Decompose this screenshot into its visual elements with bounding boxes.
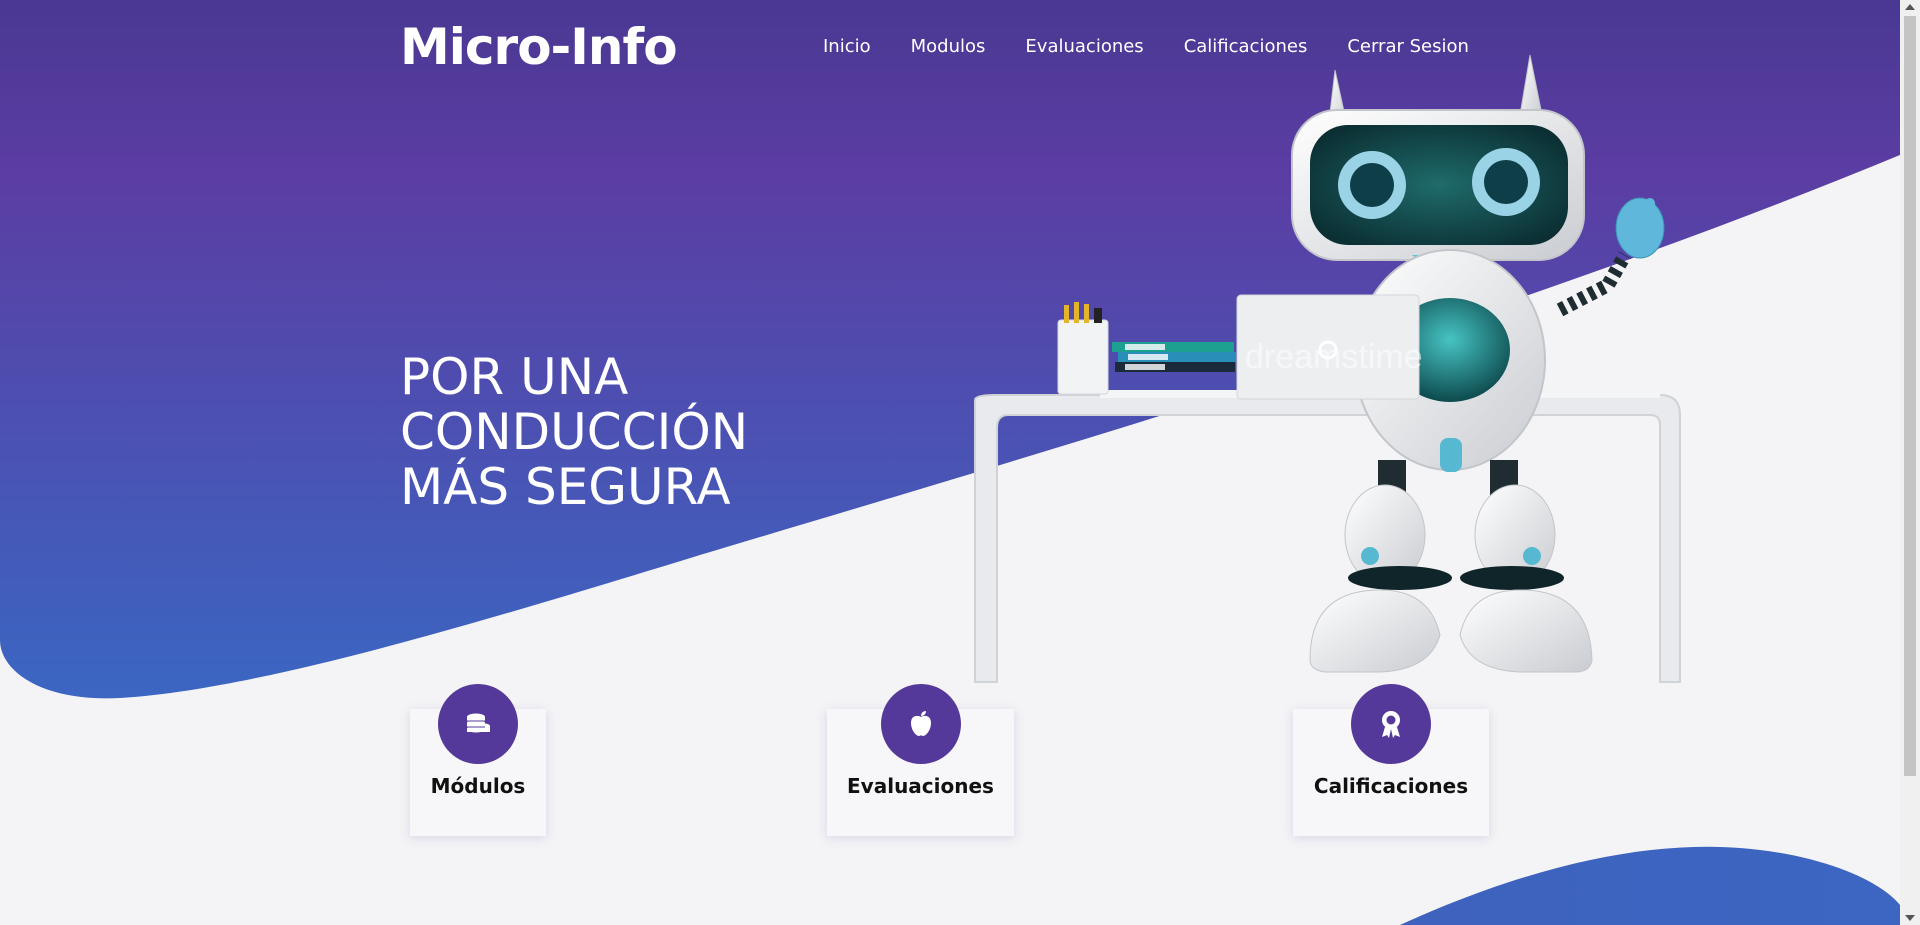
scroll-up-arrow-icon[interactable] — [1905, 4, 1915, 10]
hero-line-2: CONDUCCIÓN — [400, 403, 749, 461]
hero-line-1: POR UNA — [400, 348, 629, 406]
hero-headline: POR UNA CONDUCCIÓN MÁS SEGURA — [400, 350, 920, 515]
scroll-down-arrow-icon[interactable] — [1905, 915, 1915, 921]
card-evaluaciones-icon-circle — [880, 684, 961, 764]
card-modulos-icon-circle — [438, 684, 518, 764]
binder-stack — [1112, 342, 1236, 372]
brand-logo[interactable]: Micro-Info — [400, 18, 678, 76]
card-evaluaciones-label: Evaluaciones — [847, 774, 994, 798]
coins-stack-icon — [467, 713, 490, 733]
robot-desk-illustration: dreamstime — [974, 54, 1681, 683]
apple-icon — [910, 711, 931, 736]
card-calificaciones[interactable]: Calificaciones — [1293, 684, 1489, 836]
pencil-cup — [1057, 302, 1109, 395]
laptop: dreamstime — [1236, 294, 1423, 400]
hero-line-3: MÁS SEGURA — [400, 458, 731, 516]
page-scrollbar[interactable] — [1900, 0, 1920, 925]
nav-link-inicio[interactable]: Inicio — [823, 36, 871, 57]
card-modulos-label: Módulos — [430, 774, 526, 798]
scrollbar-thumb[interactable] — [1904, 16, 1916, 776]
card-modulos[interactable]: Módulos — [410, 684, 546, 836]
award-ribbon-icon — [1382, 711, 1400, 738]
card-evaluaciones[interactable]: Evaluaciones — [827, 684, 1014, 836]
watermark-text: dreamstime — [1245, 338, 1423, 376]
card-calificaciones-label: Calificaciones — [1313, 774, 1469, 798]
page-viewport: Micro-Info Inicio Modulos Evaluaciones C… — [0, 0, 1900, 925]
card-calificaciones-icon-circle — [1351, 684, 1431, 764]
